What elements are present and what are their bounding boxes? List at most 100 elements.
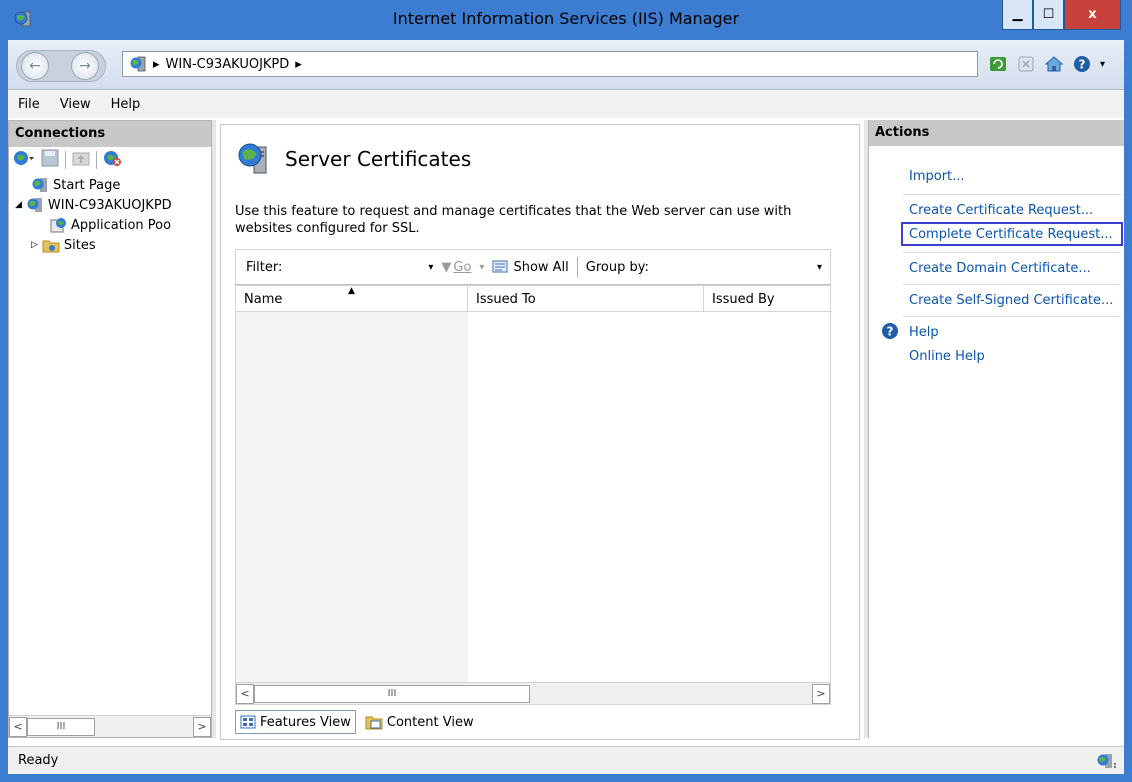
filter-input[interactable] bbox=[290, 257, 420, 277]
show-all-button[interactable]: Show All bbox=[492, 259, 569, 275]
action-help[interactable]: Help bbox=[869, 320, 1125, 344]
tree-label: Application Poo bbox=[71, 217, 172, 233]
menu-help[interactable]: Help bbox=[111, 97, 141, 112]
breadcrumb-separator: ▸ bbox=[153, 56, 160, 72]
menu-view[interactable]: View bbox=[60, 97, 91, 112]
server-icon bbox=[130, 56, 146, 72]
action-complete-certificate-request[interactable]: Complete Certificate Request... bbox=[901, 222, 1123, 246]
toolbar-separator bbox=[96, 151, 97, 169]
connect-icon[interactable] bbox=[13, 149, 35, 171]
address-bar[interactable]: ▸ WIN-C93AKUOJKPD ▸ bbox=[122, 51, 978, 77]
server-certificates-pane: Server Certificates Use this feature to … bbox=[220, 124, 860, 740]
close-icon: x bbox=[1088, 7, 1097, 22]
window-title: Internet Information Services (IIS) Mana… bbox=[392, 9, 740, 28]
thumb-grip: III bbox=[56, 721, 66, 732]
go-button[interactable]: ▼ Go bbox=[441, 260, 471, 275]
toolbar-right: ? ▾ bbox=[988, 51, 1105, 77]
action-separator bbox=[903, 252, 1121, 253]
iis-manager-window: Internet Information Services (IIS) Mana… bbox=[0, 0, 1132, 782]
up-folder-icon[interactable] bbox=[72, 149, 90, 171]
server-certificates-icon bbox=[238, 143, 267, 174]
tree-item-start-page[interactable]: Start Page bbox=[31, 175, 120, 195]
forward-button[interactable]: → bbox=[71, 52, 99, 80]
sort-ascending-icon: ▲ bbox=[348, 286, 355, 296]
action-online-help[interactable]: Online Help bbox=[869, 344, 1125, 368]
scroll-left-button[interactable]: < bbox=[236, 683, 254, 704]
action-create-self-signed-certificate[interactable]: Create Self-Signed Certificate... bbox=[869, 288, 1125, 312]
disconnect-icon[interactable] bbox=[103, 149, 123, 171]
scroll-right-button[interactable]: > bbox=[193, 716, 211, 737]
tab-content-view[interactable]: Content View bbox=[360, 710, 479, 734]
group-by-dropdown-icon[interactable]: ▾ bbox=[817, 262, 822, 273]
connections-splitter[interactable] bbox=[212, 120, 216, 738]
connections-toolbar bbox=[9, 147, 213, 173]
tree-item-sites[interactable]: ▷ Sites bbox=[31, 235, 96, 255]
tab-features-view[interactable]: Features View bbox=[235, 710, 356, 734]
actions-panel: Actions Import... Create Certificate Req… bbox=[868, 120, 1124, 738]
column-name[interactable]: Name ▲ bbox=[236, 286, 468, 312]
connections-hscroll[interactable]: < III > bbox=[9, 715, 211, 737]
go-dropdown-icon[interactable]: ▾ bbox=[479, 262, 484, 273]
svg-text:?: ? bbox=[1079, 58, 1086, 72]
scroll-right-button[interactable]: > bbox=[812, 683, 830, 704]
tree-label: WIN-C93AKUOJKPD bbox=[47, 197, 172, 213]
tab-label: Content View bbox=[386, 714, 474, 730]
maximize-icon: ☐ bbox=[1042, 7, 1055, 22]
minimize-button[interactable]: ▁ bbox=[1002, 0, 1033, 30]
stop-icon[interactable] bbox=[1016, 54, 1036, 74]
column-issued-to[interactable]: Issued To bbox=[468, 286, 704, 312]
status-text: Ready bbox=[18, 753, 59, 768]
filter-bar: Filter: ▾ ▼ Go ▾ Show All Group by: ▾ bbox=[235, 249, 831, 285]
tree-label: Sites bbox=[63, 237, 96, 253]
breadcrumb-server[interactable]: WIN-C93AKUOJKPD bbox=[166, 57, 290, 72]
title-bar: Internet Information Services (IIS) Mana… bbox=[0, 0, 1132, 40]
forward-arrow-icon: → bbox=[79, 58, 91, 74]
name-column-body bbox=[236, 312, 468, 682]
save-icon[interactable] bbox=[41, 149, 59, 171]
filter-dropdown-icon[interactable]: ▾ bbox=[428, 262, 433, 273]
back-button[interactable]: ← bbox=[21, 52, 49, 80]
list-header: Name ▲ Issued To Issued By bbox=[236, 286, 832, 312]
collapse-arrow-icon[interactable]: ◢ bbox=[15, 200, 22, 210]
close-button[interactable]: x bbox=[1064, 0, 1121, 30]
menu-bar: File View Help bbox=[8, 90, 1124, 118]
minimize-icon: ▁ bbox=[1012, 7, 1023, 22]
client-area: ← → ▸ WIN-C93AKUOJKPD ▸ ? ▾ File View He… bbox=[8, 40, 1124, 774]
tree-item-application-pools[interactable]: Application Poo bbox=[49, 215, 171, 235]
show-all-icon bbox=[492, 260, 508, 273]
toolbar-separator bbox=[576, 257, 578, 277]
help-icon[interactable]: ? bbox=[1072, 54, 1092, 74]
group-by-label[interactable]: Group by: bbox=[586, 260, 649, 275]
funnel-icon: ▼ bbox=[441, 259, 452, 275]
list-hscroll[interactable]: < III > bbox=[236, 682, 830, 704]
menu-file[interactable]: File bbox=[18, 97, 40, 112]
breadcrumb-arrow[interactable]: ▸ bbox=[295, 57, 302, 72]
action-separator bbox=[903, 316, 1121, 317]
address-toolbar: ← → ▸ WIN-C93AKUOJKPD ▸ ? ▾ bbox=[8, 40, 1124, 90]
action-create-domain-certificate[interactable]: Create Domain Certificate... bbox=[869, 256, 1125, 280]
show-all-label: Show All bbox=[513, 259, 569, 275]
status-bar: Ready bbox=[8, 746, 1124, 774]
expand-arrow-icon[interactable]: ▷ bbox=[31, 240, 38, 250]
column-issued-by[interactable]: Issued By bbox=[704, 286, 832, 312]
sites-folder-icon bbox=[42, 240, 60, 253]
tab-label: Features View bbox=[260, 714, 351, 730]
content-view-icon bbox=[365, 716, 383, 730]
scroll-left-button[interactable]: < bbox=[9, 716, 27, 737]
home-icon[interactable] bbox=[1044, 54, 1064, 74]
action-import[interactable]: Import... bbox=[869, 164, 1125, 188]
back-arrow-icon: ← bbox=[29, 58, 41, 74]
refresh-icon[interactable] bbox=[988, 54, 1008, 74]
action-create-certificate-request[interactable]: Create Certificate Request... bbox=[869, 198, 1125, 222]
go-label: Go bbox=[453, 259, 472, 275]
application-pools-icon bbox=[50, 218, 66, 233]
tree-item-server[interactable]: ◢ WIN-C93AKUOJKPD bbox=[15, 195, 172, 215]
column-label: Issued To bbox=[476, 291, 536, 307]
maximize-button[interactable]: ☐ bbox=[1033, 0, 1064, 30]
scroll-thumb[interactable]: III bbox=[27, 717, 95, 736]
certificates-list: Name ▲ Issued To Issued By < III > bbox=[235, 285, 832, 705]
help-dropdown-icon[interactable]: ▾ bbox=[1100, 59, 1105, 70]
scroll-thumb[interactable]: III bbox=[254, 684, 530, 703]
features-view-icon bbox=[240, 715, 256, 729]
page-title: Server Certificates bbox=[285, 147, 472, 171]
